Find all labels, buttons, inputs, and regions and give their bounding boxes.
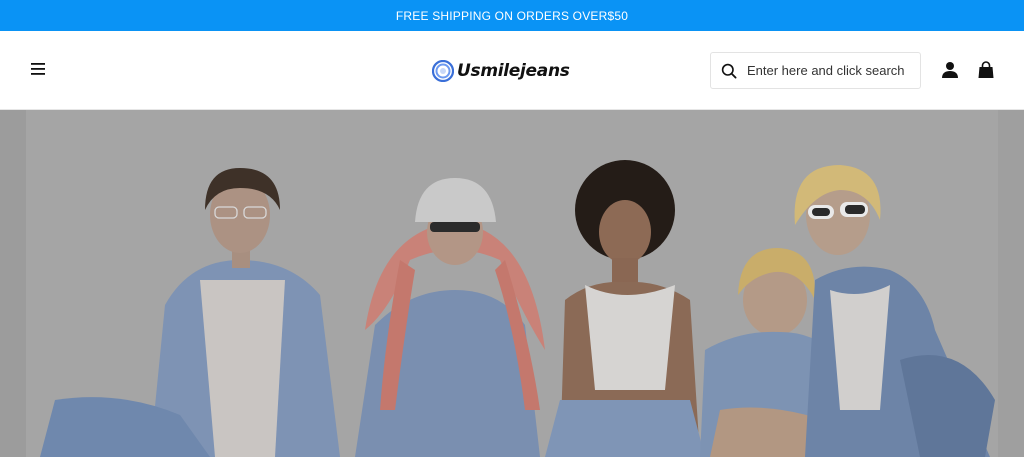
cart-button[interactable] — [978, 61, 994, 79]
announcement-text: FREE SHIPPING ON ORDERS OVER$50 — [395, 8, 629, 23]
search-icon[interactable] — [721, 63, 737, 79]
site-header: Usmilejeans — [0, 31, 1024, 110]
account-button[interactable] — [941, 61, 959, 79]
hero-image — [0, 110, 1024, 457]
user-icon — [942, 62, 958, 78]
logo-text: Usmilejeans — [457, 61, 570, 81]
search-box[interactable] — [710, 52, 921, 89]
hero-banner[interactable] — [0, 110, 1024, 457]
search-input[interactable] — [747, 55, 917, 86]
shopping-bag-icon — [978, 61, 994, 78]
menu-button[interactable] — [28, 59, 48, 79]
logo-swirl-icon — [432, 60, 454, 82]
announcement-bar: FREE SHIPPING ON ORDERS OVER$50 — [0, 0, 1024, 31]
site-logo[interactable]: Usmilejeans — [432, 59, 570, 83]
hamburger-menu-icon — [31, 63, 45, 75]
